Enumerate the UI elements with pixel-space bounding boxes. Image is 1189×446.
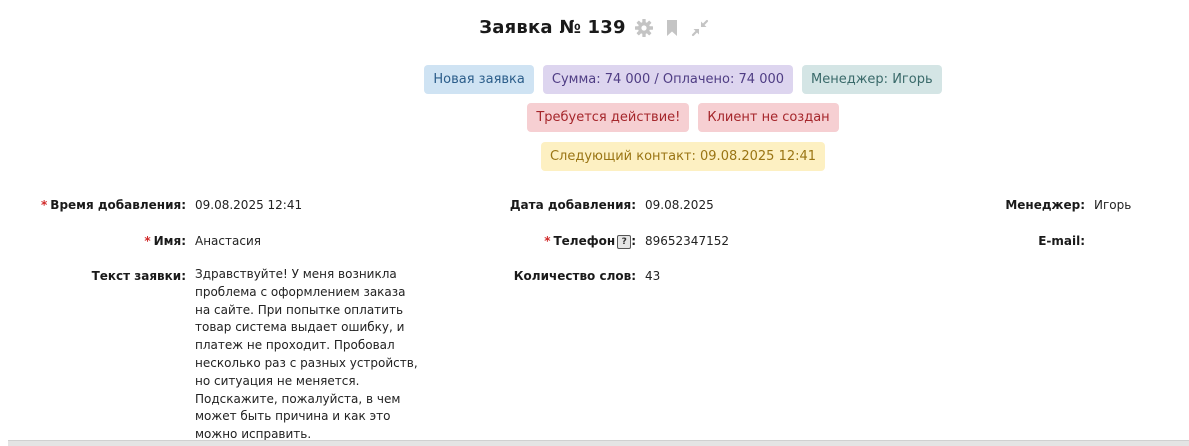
required-mark: *: [144, 234, 151, 248]
required-mark: *: [41, 198, 48, 212]
name-label: * Имя:: [144, 234, 186, 248]
badge-row-primary: Новая заявка Сумма: 74 000 / Оплачено: 7…: [0, 65, 1189, 94]
name-value: Анастасия: [195, 234, 261, 248]
client-not-created-badge: Клиент не создан: [698, 103, 839, 132]
manager-value: Игорь: [1094, 198, 1132, 212]
manager-badge: Менеджер: Игорь: [802, 65, 942, 94]
added-time-label: * Время добавления:: [41, 198, 186, 212]
word-count-label: Количество слов:: [513, 269, 636, 283]
request-text-label: Текст заявки:: [91, 269, 186, 283]
help-icon[interactable]: ?: [617, 235, 632, 249]
required-mark: *: [544, 234, 551, 248]
colon: :: [631, 234, 636, 248]
sum-badge: Сумма: 74 000 / Оплачено: 74 000: [542, 65, 794, 94]
page-title: Заявка № 139: [479, 17, 626, 38]
bookmark-icon[interactable]: [662, 18, 682, 38]
action-required-badge: Требуется действие!: [527, 103, 690, 132]
badge-row-alerts: Требуется действие! Клиент не создан: [0, 103, 1189, 132]
added-date-value: 09.08.2025: [645, 198, 714, 212]
status-badge: Новая заявка: [424, 65, 534, 94]
added-date-label: Дата добавления:: [509, 198, 636, 212]
word-count-value: 43: [645, 269, 661, 283]
added-time-label-text: Время добавления:: [50, 198, 186, 212]
phone-value: 89652347152: [645, 234, 729, 248]
next-contact-badge: Следующий контакт: 09.08.2025 12:41: [540, 142, 826, 171]
added-time-value: 09.08.2025 12:41: [195, 198, 303, 212]
gear-icon[interactable]: [634, 18, 654, 38]
bottom-divider: [8, 440, 1189, 446]
collapse-icon[interactable]: [690, 18, 710, 38]
phone-label-text: Телефон: [553, 234, 616, 248]
manager-label: Менеджер:: [1005, 198, 1085, 212]
badge-row-contact: Следующий контакт: 09.08.2025 12:41: [0, 142, 1189, 171]
request-text-value: Здравствуйте! У меня возникла проблема с…: [195, 267, 418, 442]
name-label-text: Имя:: [153, 234, 186, 248]
phone-label: * Телефон?:: [544, 234, 636, 249]
order-header: Заявка № 139: [0, 17, 1189, 38]
email-label: E-mail:: [1038, 234, 1085, 248]
